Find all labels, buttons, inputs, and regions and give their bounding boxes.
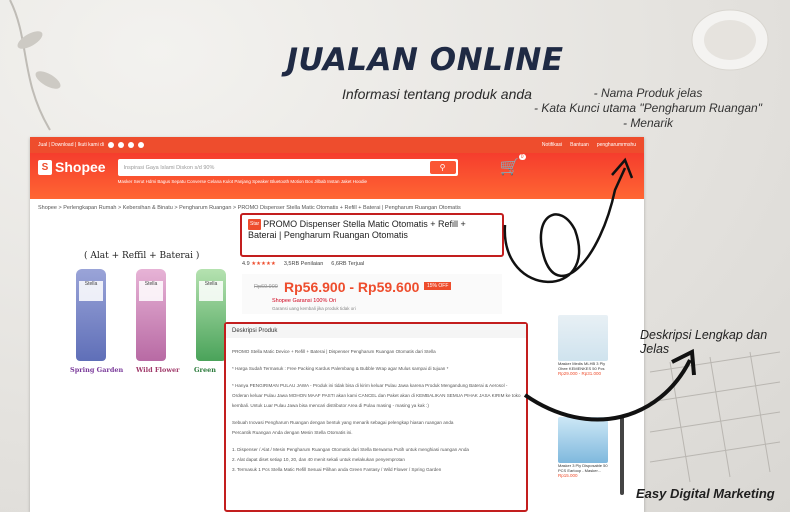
guarantee-subtext: Garansi uang kembali jika produk tidak o… bbox=[272, 306, 356, 311]
guarantee-label: Shopee Garansi 100% Ori bbox=[272, 298, 337, 304]
description-line: * Harga Sudah Termasuk : Free Packing Ka… bbox=[232, 366, 449, 371]
related-product-price: Rp15.000 bbox=[558, 473, 578, 478]
related-product-card[interactable]: Masker 3 Ply Disposable 50 PCS Earloop -… bbox=[558, 417, 608, 478]
related-product-title: Masker 3 Ply Disposable 50 PCS Earloop -… bbox=[558, 463, 608, 473]
product-title: PROMO Dispenser Stella Matic Otomatis + … bbox=[248, 219, 466, 241]
scrollbar[interactable] bbox=[620, 415, 624, 495]
price-box: Rp69.900 Rp56.900 - Rp59.600 15% OFF Sho… bbox=[242, 274, 502, 314]
basket-decoration bbox=[649, 351, 781, 483]
star-seller-badge: Star bbox=[248, 219, 262, 231]
topbar-links[interactable]: Jual | Download | Ikuti kami di bbox=[38, 142, 104, 148]
variant-label: Spring Garden bbox=[70, 366, 124, 374]
description-line: Sebuah Inovasi Pengharum Ruangan dengan … bbox=[232, 420, 454, 425]
description-line: 1. Dispenser / Alat / Mesin Pengharum Ru… bbox=[232, 447, 469, 452]
mask-product-image bbox=[558, 315, 608, 361]
description-highlight: Deskripsi Produk PROMO Stella Matic Devi… bbox=[224, 322, 528, 512]
related-product-title: Masker Medis MLHB 3 Ply Ohee KEMENKES 50… bbox=[558, 361, 606, 371]
shopee-bag-icon: S bbox=[38, 159, 52, 175]
notes-list: - Nama Produk jelas - Kata Kunci utama "… bbox=[518, 86, 778, 131]
cart-badge: 0 bbox=[518, 154, 526, 160]
shopee-logo[interactable]: S Shopee bbox=[38, 159, 106, 175]
description-line: 3. Termasuk 1 Pcs Stella Matic Refill Se… bbox=[232, 467, 442, 472]
side-note: Deskripsi Lengkap dan Jelas bbox=[640, 328, 768, 356]
search-area: Inspirasi Gaya Islami Diskon s/d 90% ⚲ M… bbox=[117, 159, 458, 184]
search-suggestions[interactable]: Masker Serut Hdmi Bagus Sepatu Converse … bbox=[118, 179, 458, 184]
brand-label: Easy Digital Marketing bbox=[636, 486, 775, 501]
product-can-green: Stella bbox=[196, 269, 226, 361]
discount-badge: 15% OFF bbox=[424, 282, 452, 290]
note-item: - Menarik bbox=[622, 116, 673, 130]
sold-count: 6,6RB Terjual bbox=[331, 261, 365, 267]
shopee-header: S Shopee Inspirasi Gaya Islami Diskon s/… bbox=[30, 153, 644, 199]
user-account[interactable]: pengharumrmshu bbox=[597, 142, 636, 148]
note-item: - Nama Produk jelas bbox=[593, 86, 703, 100]
product-image[interactable]: ( Alat + Reffil + Baterai ) Stella Stell… bbox=[44, 221, 226, 391]
shopee-screenshot: Jual | Download | Ikuti kami di Notifika… bbox=[30, 137, 644, 512]
product-can-spring: Stella bbox=[76, 269, 106, 361]
rating-value: 4.9 ★★★★★ bbox=[242, 261, 276, 267]
search-button[interactable]: ⚲ bbox=[429, 161, 456, 174]
product-can-wild: Stella bbox=[136, 269, 166, 361]
related-product-price: Rp29.000 - Rp31.000 bbox=[558, 371, 602, 376]
slide-title: JUALAN ONLINE bbox=[286, 42, 564, 78]
description-line: * Hanya PENGIRIMAN PULAU JAWA - Produk i… bbox=[232, 383, 508, 388]
old-price: Rp69.900 bbox=[254, 284, 278, 290]
mask-product-image bbox=[558, 417, 608, 463]
description-line: kembali. Untuk Luar Pulau Jawa bisa menc… bbox=[232, 403, 429, 408]
description-line: PROMO Stella Matic Device + Refill + Bat… bbox=[232, 349, 436, 354]
instagram-icon[interactable] bbox=[117, 142, 124, 148]
line-icon[interactable] bbox=[127, 142, 134, 148]
note-item: - Kata Kunci utama "Pengharum Ruangan" bbox=[534, 101, 762, 115]
rating-row: 4.9 ★★★★★ 3,5RB Penilaian 6,6RB Terjual bbox=[242, 261, 364, 267]
product-title-highlight: Star PROMO Dispenser Stella Matic Otomati… bbox=[240, 213, 504, 257]
description-line: 2. Alat dapat diset setiap 10, 20, dan 4… bbox=[232, 457, 405, 462]
price: Rp56.900 - Rp59.600 bbox=[284, 279, 420, 295]
cart-icon[interactable]: 🛒 0 bbox=[500, 154, 526, 177]
shopee-topbar: Jual | Download | Ikuti kami di Notifika… bbox=[30, 137, 644, 153]
related-product-card[interactable]: Masker Medis MLHB 3 Ply Ohee KEMENKES 50… bbox=[558, 315, 608, 376]
variant-label: Green bbox=[194, 366, 216, 374]
variant-label: Wild Flower bbox=[136, 366, 180, 374]
twitter-icon[interactable] bbox=[137, 142, 144, 148]
notification-link[interactable]: Notifikasi bbox=[542, 142, 562, 148]
search-input[interactable]: Inspirasi Gaya Islami Diskon s/d 90% ⚲ bbox=[117, 159, 458, 176]
description-line: Orderan keluar Pulau Jawa MOHON MAAF PAS… bbox=[232, 393, 521, 398]
image-caption: ( Alat + Reffil + Baterai ) bbox=[84, 251, 200, 261]
star-icon: ★★★★★ bbox=[251, 261, 276, 267]
review-count[interactable]: 3,5RB Penilaian bbox=[284, 261, 323, 267]
description-header: Deskripsi Produk bbox=[226, 324, 526, 338]
facebook-icon[interactable] bbox=[107, 142, 114, 148]
help-link[interactable]: Bantuan bbox=[570, 142, 589, 148]
description-line: Percantik Ruangan Anda dengan Mesin Stel… bbox=[232, 430, 353, 435]
